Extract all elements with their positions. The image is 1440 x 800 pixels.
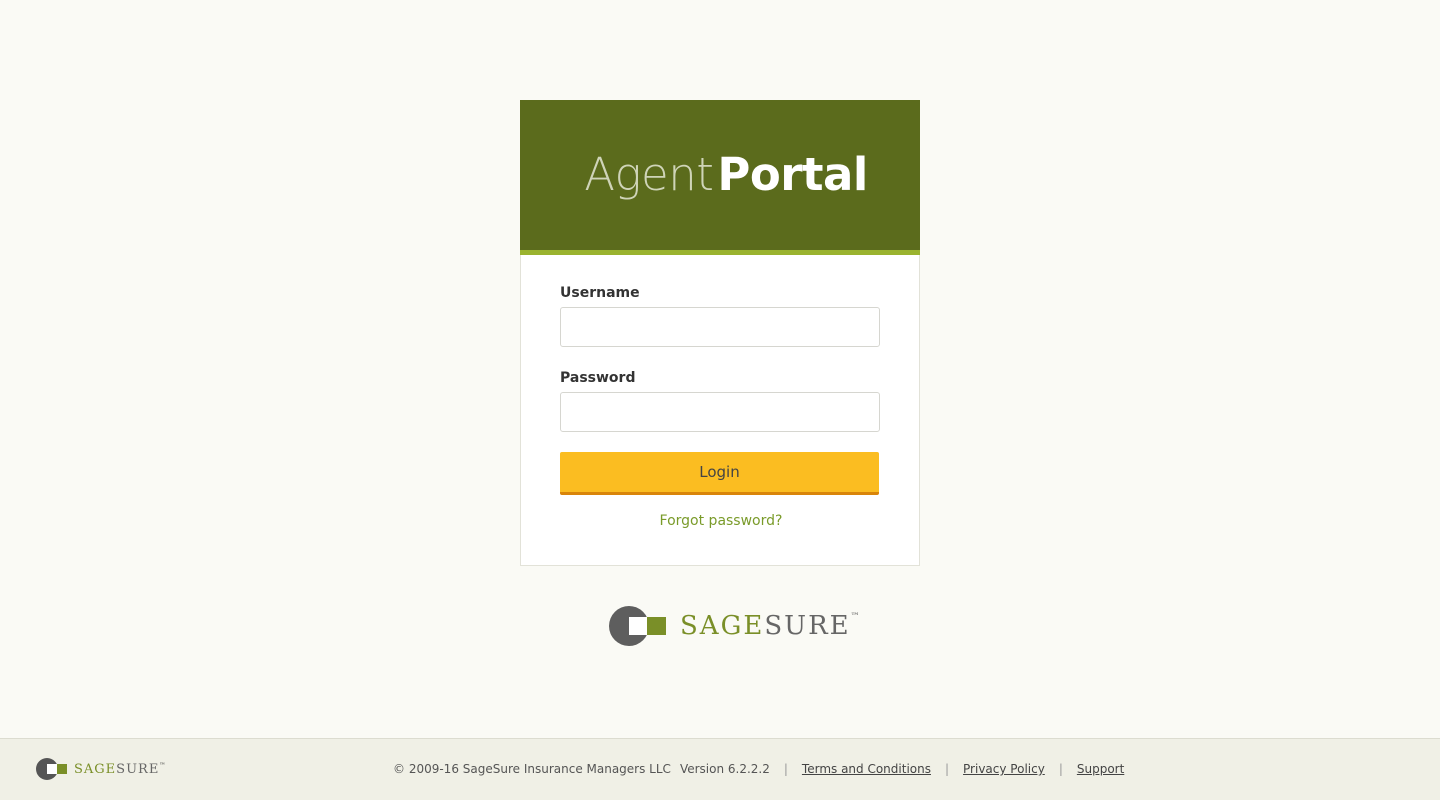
- footer-logo-sage-text: SAGE: [74, 761, 117, 777]
- copyright-text: © 2009-16 SageSure Insurance Managers LL…: [393, 762, 671, 776]
- card-header: AgentPortal: [520, 100, 920, 255]
- sagesure-wordmark: SAGESURE™: [680, 611, 860, 641]
- login-page: AgentPortal Username Password Login Forg…: [0, 0, 1440, 800]
- footer-logo: SAGESURE™: [36, 757, 166, 781]
- version-text: Version 6.2.2.2: [679, 762, 770, 776]
- logo-tm: ™: [850, 612, 860, 622]
- agent-portal-logo: AgentPortal: [584, 152, 868, 197]
- login-button[interactable]: Login: [560, 452, 879, 495]
- footer-wordmark: SAGESURE™: [74, 762, 166, 777]
- footer: SAGESURE™ © 2009-16 SageSure Insurance M…: [0, 738, 1440, 800]
- brand-light-text: Agent: [584, 147, 714, 201]
- footer-logo-tm: ™: [159, 761, 167, 769]
- login-card: AgentPortal Username Password Login Forg…: [520, 100, 920, 566]
- password-input[interactable]: [560, 392, 880, 432]
- logo-sure-text: SURE: [764, 611, 851, 641]
- footer-sagesure-mark-icon: [36, 757, 68, 781]
- footer-meta: © 2009-16 SageSure Insurance Managers LL…: [393, 762, 1124, 776]
- brand-bold-text: Portal: [717, 147, 868, 201]
- footer-separator: |: [783, 762, 788, 776]
- logo-sage-text: SAGE: [680, 611, 765, 641]
- username-input[interactable]: [560, 307, 880, 347]
- password-label: Password: [560, 370, 636, 386]
- sagesure-logo: SAGESURE™: [609, 605, 860, 647]
- footer-separator: |: [944, 762, 950, 776]
- username-label: Username: [560, 285, 640, 301]
- support-link[interactable]: Support: [1077, 762, 1124, 776]
- footer-logo-sure-text: SURE: [116, 761, 160, 777]
- privacy-policy-link[interactable]: Privacy Policy: [963, 762, 1045, 776]
- terms-link[interactable]: Terms and Conditions: [802, 762, 931, 776]
- footer-separator: |: [1058, 762, 1063, 776]
- forgot-password-link[interactable]: Forgot password?: [521, 513, 921, 529]
- sagesure-mark-icon: [609, 605, 667, 647]
